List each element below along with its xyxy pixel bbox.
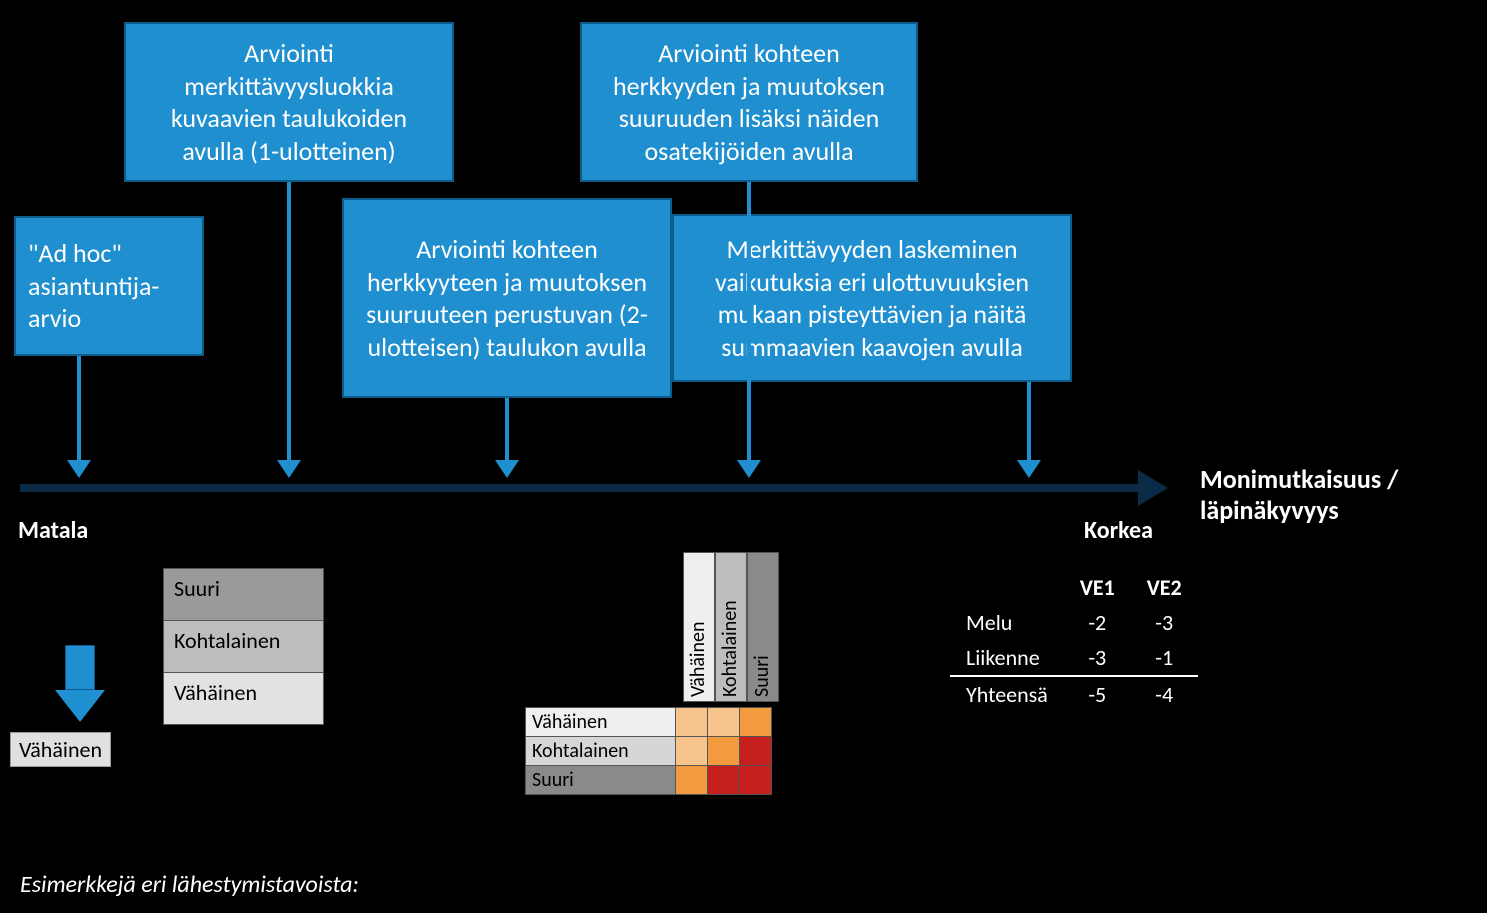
complexity-line2: läpinäkyvyys bbox=[1200, 494, 1339, 526]
box-formula-text: Merkittävyyden laskeminen vaikutuksia er… bbox=[686, 233, 1058, 363]
connector-5 bbox=[1027, 382, 1031, 462]
score-r2-v2: -1 bbox=[1131, 640, 1198, 676]
connector-4 bbox=[747, 182, 751, 462]
tag-vahainen: Vähäinen bbox=[10, 732, 111, 767]
arrowhead-2 bbox=[277, 460, 301, 478]
axis-label-high: Korkea bbox=[1084, 516, 1153, 545]
box-1d-text: Arviointi merkittävyysluokkia kuvaavien … bbox=[138, 37, 440, 167]
box-2d: Arviointi kohteen herkkyyteen ja muutoks… bbox=[342, 198, 672, 398]
connector-3 bbox=[505, 398, 509, 462]
arrowhead-4 bbox=[737, 460, 761, 478]
score-r3-label: Yhteensä bbox=[950, 676, 1064, 712]
list-row-kohtalainen: Kohtalainen bbox=[164, 621, 324, 673]
axis-label-low: Matala bbox=[18, 516, 88, 545]
matrix-col-2: Kohtalainen bbox=[715, 552, 747, 702]
matrix-row-1: Vähäinen bbox=[526, 708, 676, 737]
score-h2: VE2 bbox=[1131, 570, 1198, 605]
box-formula: Merkittävyyden laskeminen vaikutuksia er… bbox=[672, 214, 1072, 382]
score-h1: VE1 bbox=[1064, 570, 1131, 605]
list-row-vahainen: Vähäinen bbox=[164, 673, 324, 725]
matrix-row-3: Suuri bbox=[526, 766, 676, 795]
score-r1-v1: -2 bbox=[1064, 605, 1131, 640]
down-arrow-icon bbox=[55, 645, 105, 725]
box-adhoc: "Ad hoc" asiantuntija- arvio bbox=[14, 216, 204, 356]
score-r2-v1: -3 bbox=[1064, 640, 1131, 676]
connector-1 bbox=[77, 356, 81, 462]
matrix: VähäinenKohtalainenSuuri Vähäinen Kohtal… bbox=[525, 552, 779, 795]
box-components-text: Arviointi kohteen herkkyyden ja muutokse… bbox=[594, 37, 904, 167]
arrowhead-1 bbox=[67, 460, 91, 478]
score-r1-label: Melu bbox=[950, 605, 1064, 640]
box-components: Arviointi kohteen herkkyyden ja muutokse… bbox=[580, 22, 918, 182]
examples-caption: Esimerkkejä eri lähestymistavoista: bbox=[20, 870, 359, 899]
score-r1-v2: -3 bbox=[1131, 605, 1198, 640]
list-table: Suuri Kohtalainen Vähäinen bbox=[163, 568, 324, 725]
arrowhead-5 bbox=[1017, 460, 1041, 478]
matrix-col-1: Vähäinen bbox=[683, 552, 715, 702]
matrix-row-2: Kohtalainen bbox=[526, 737, 676, 766]
connector-2 bbox=[287, 182, 291, 462]
score-r3-v2: -4 bbox=[1131, 676, 1198, 712]
complexity-line1: Monimutkaisuus / bbox=[1200, 463, 1398, 495]
score-table: VE1 VE2 Melu -2 -3 Liikenne -3 -1 Yhteen… bbox=[950, 570, 1198, 712]
box-1d: Arviointi merkittävyysluokkia kuvaavien … bbox=[124, 22, 454, 182]
complexity-label: Monimutkaisuus / läpinäkyvyys bbox=[1200, 464, 1398, 526]
axis-line bbox=[20, 484, 1140, 492]
axis-arrow-icon bbox=[1138, 470, 1168, 506]
matrix-col-3: Suuri bbox=[747, 552, 779, 702]
matrix-table: Vähäinen Kohtalainen Suuri bbox=[525, 707, 772, 795]
box-adhoc-text: "Ad hoc" asiantuntija- arvio bbox=[28, 237, 159, 335]
list-row-suuri: Suuri bbox=[164, 569, 324, 621]
score-r3-v1: -5 bbox=[1064, 676, 1131, 712]
box-2d-text: Arviointi kohteen herkkyyteen ja muutoks… bbox=[356, 233, 658, 363]
arrowhead-3 bbox=[495, 460, 519, 478]
score-r2-label: Liikenne bbox=[950, 640, 1064, 676]
